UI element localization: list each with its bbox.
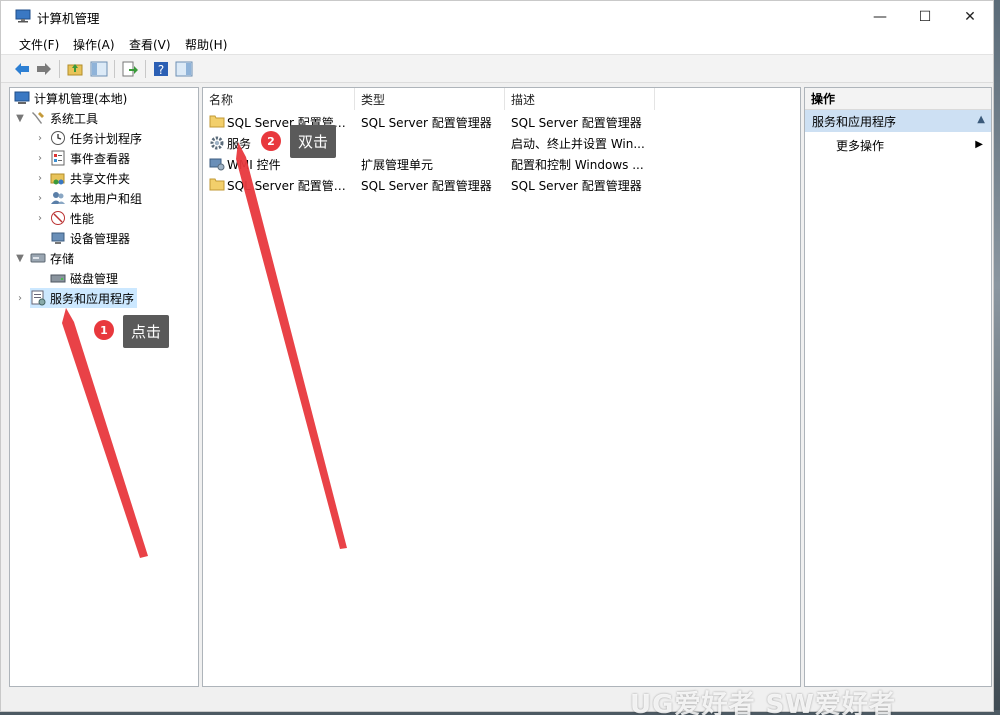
actions-section-services-apps[interactable]: 服务和应用程序 ▲ [805,110,991,132]
action-pane-toggle-icon[interactable] [174,59,194,79]
chevron-right-icon[interactable]: › [34,132,46,144]
chevron-down-icon[interactable]: ▼ [14,112,26,124]
show-hide-tree-icon[interactable] [89,59,109,79]
folder-icon [209,177,225,194]
title-bar: 计算机管理 — ☐ ✕ [1,1,993,32]
tree-item-local-users[interactable]: › 本地用户和组 [34,188,142,208]
close-button[interactable]: ✕ [947,1,993,32]
storage-icon [30,250,46,266]
step-1-badge: 1 [94,320,114,340]
export-list-icon[interactable] [120,59,140,79]
computer-management-icon [15,9,31,23]
menu-action[interactable]: 操作(A) [73,36,115,53]
tree-item-shared-folders[interactable]: › 共享文件夹 [34,168,130,188]
menu-view[interactable]: 查看(V) [129,36,171,53]
chevron-right-icon[interactable]: › [34,192,46,204]
device-manager-icon [50,230,66,246]
tree-item-system-tools[interactable]: ▼ 系统工具 [14,108,98,128]
step-2-badge: 2 [261,131,281,151]
collapse-triangle-icon[interactable]: ▲ [977,114,985,125]
menu-bar: 文件(F) 操作(A) 查看(V) 帮助(H) [1,32,993,55]
tools-icon [30,110,46,126]
tree-item-event-viewer[interactable]: › 事件查看器 [34,148,130,168]
svg-text:?: ? [158,63,164,77]
watermark: UG爱好者 SW爱好者 [630,690,896,715]
window-title: 计算机管理 [37,11,100,26]
disk-icon [50,270,66,286]
tree-item-storage[interactable]: ▼ 存储 [14,248,74,268]
submenu-arrow-icon: ▶ [975,139,983,150]
desktop-background [994,0,1000,715]
forward-arrow-icon[interactable] [34,59,54,79]
minimize-button[interactable]: — [857,1,903,32]
computer-icon [14,90,30,106]
shared-folder-icon [50,170,66,186]
step-1-callout: 点击 [123,315,170,348]
toolbar: ? [1,55,993,83]
chevron-down-icon[interactable]: ▼ [14,252,26,264]
tree-item-performance[interactable]: › 性能 [34,208,94,228]
selected-highlight: 服务和应用程序 [30,288,138,308]
up-folder-icon[interactable] [65,59,85,79]
wmi-icon [209,156,225,175]
tree-item-root[interactable]: 计算机管理(本地) [14,88,127,108]
chevron-right-icon[interactable]: › [14,292,26,304]
clock-icon [50,130,66,146]
tree-item-services-and-applications[interactable]: › 服务和应用程序 [14,288,138,308]
more-actions-item[interactable]: 更多操作 ▶ [805,134,991,156]
event-log-icon [50,150,66,166]
users-icon [50,190,66,206]
computer-management-window: 计算机管理 — ☐ ✕ 文件(F) 操作(A) 查看(V) 帮助(H) ? 计算… [0,0,994,712]
menu-help[interactable]: 帮助(H) [185,36,227,53]
navigation-tree-pane: 计算机管理(本地) ▼ 系统工具 › 任务计划程序 › 事件查看器 › 共享文件… [9,87,199,687]
gear-icon [209,135,225,154]
tree-item-disk-management[interactable]: 磁盘管理 [50,268,118,288]
services-apps-icon [30,290,46,306]
actions-pane: 操作 服务和应用程序 ▲ 更多操作 ▶ [804,87,992,687]
tree-item-device-manager[interactable]: 设备管理器 [50,228,130,248]
chevron-right-icon[interactable]: › [34,212,46,224]
content-list-pane: 名称 类型 描述 SQL Server 配置管理... SQL Server 配… [202,87,801,687]
actions-header: 操作 [805,88,991,110]
performance-icon [50,210,66,226]
tree-item-task-scheduler[interactable]: › 任务计划程序 [34,128,142,148]
column-header-description[interactable]: 描述 [505,88,655,110]
column-header-type[interactable]: 类型 [355,88,505,110]
menu-file[interactable]: 文件(F) [19,36,59,53]
chevron-right-icon[interactable]: › [34,172,46,184]
folder-icon [209,114,225,131]
column-header-name[interactable]: 名称 [203,88,355,110]
list-item-sql-server-2[interactable]: SQL Server 配置管理... SQL Server 配置管理器 SQL … [203,174,801,195]
chevron-right-icon[interactable]: › [34,152,46,164]
step-2-callout: 双击 [290,125,337,158]
back-arrow-icon[interactable] [12,59,32,79]
maximize-button[interactable]: ☐ [902,1,948,32]
help-icon[interactable]: ? [151,59,171,79]
